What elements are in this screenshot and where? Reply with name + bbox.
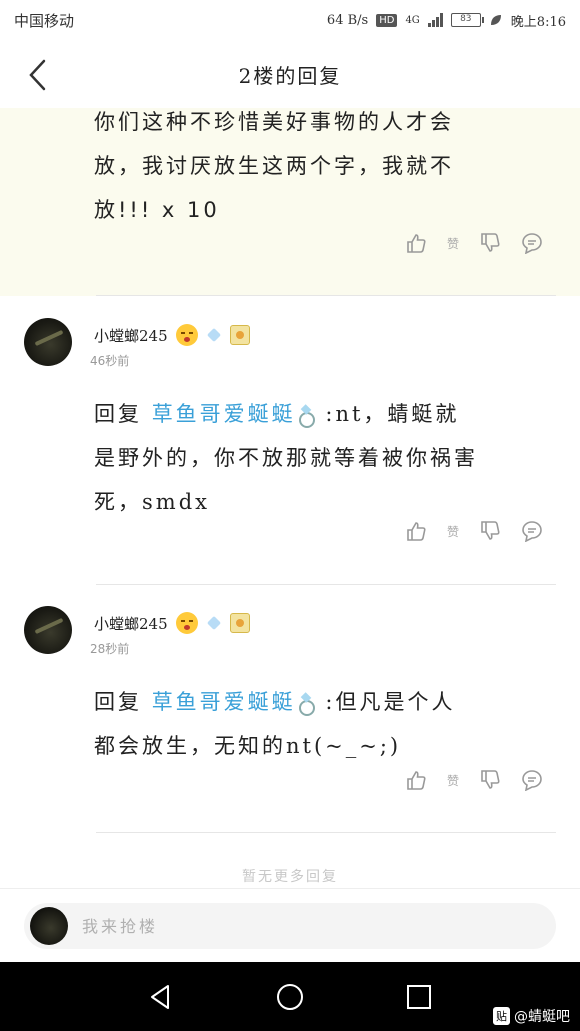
- watermark-text: @蜻蜓吧: [514, 1009, 570, 1025]
- leaf-icon: [490, 15, 501, 25]
- level-badge-icon: [229, 613, 250, 633]
- watermark: 贴 @蜻蜓吧: [493, 1006, 570, 1026]
- thumbs-down-icon[interactable]: [479, 520, 501, 542]
- title-bar: 2楼的回复: [0, 40, 580, 108]
- dislike-label: 赞: [447, 236, 460, 251]
- battery-icon: 83: [450, 13, 484, 27]
- reply-prefix: 回复: [94, 690, 142, 714]
- page-title: 2楼的回复: [238, 63, 342, 88]
- dislike-label: 赞: [447, 524, 460, 539]
- clock: 晚上8:16: [510, 14, 566, 30]
- comment-icon[interactable]: [521, 769, 543, 791]
- reply-line: 都会放生，无知的nt(~_~;): [94, 734, 402, 758]
- kiss-emoji-icon: [175, 324, 198, 346]
- carrier-label: 中国移动: [14, 11, 75, 30]
- avatar[interactable]: [24, 318, 72, 366]
- status-bar: 中国移动 64 B/s HD 4G 83 晚上8:16: [0, 0, 580, 40]
- hd-badge: HD: [376, 13, 398, 27]
- diamond-badge-icon: [206, 615, 222, 631]
- divider: [96, 295, 556, 296]
- post-actions: 赞: [405, 232, 543, 254]
- reply-text: :但凡是个人: [325, 690, 456, 714]
- highlighted-post: 你们这种不珍惜美好事物的人才会 放，我讨厌放生这两个字，我就不 放!!! x 1…: [0, 108, 580, 296]
- my-avatar: [30, 907, 68, 945]
- divider: [96, 832, 556, 833]
- thumbs-up-icon[interactable]: [405, 232, 427, 254]
- reply-prefix: 回复: [94, 402, 142, 426]
- avatar[interactable]: [24, 606, 72, 654]
- comment-icon[interactable]: [521, 520, 543, 542]
- battery-level: 83: [460, 14, 472, 24]
- back-triangle-icon[interactable]: [146, 982, 176, 1012]
- recents-square-icon[interactable]: [404, 982, 434, 1012]
- status-indicators: 64 B/s HD 4G 83 晚上8:16: [327, 11, 566, 30]
- reply-line: 死，smdx: [94, 490, 210, 514]
- diamond-badge-icon: [206, 327, 222, 343]
- post-line: 放!!! x 10: [94, 198, 220, 222]
- mention-link[interactable]: 草鱼哥爱蜒蜓: [152, 402, 296, 426]
- reply-line: 回复 草鱼哥爱蜒蜓 :nt，蜻蜓就: [94, 394, 459, 434]
- mention-link[interactable]: 草鱼哥爱蜒蜓: [152, 690, 296, 714]
- tieba-logo: 贴: [493, 1007, 510, 1025]
- network-speed: 64 B/s: [326, 12, 369, 28]
- reply-text: :nt，蜻蜓就: [325, 402, 460, 426]
- home-circle-icon[interactable]: [275, 982, 305, 1012]
- signal-icon: [427, 13, 443, 27]
- reply-bar: [0, 888, 580, 962]
- comment-icon[interactable]: [521, 232, 543, 254]
- user-row: 小螳螂245: [94, 324, 250, 346]
- timestamp: 46秒前: [90, 354, 130, 368]
- reply-actions: 赞: [405, 520, 543, 542]
- level-badge-icon: [229, 325, 250, 345]
- user-row: 小螳螂245: [94, 612, 250, 634]
- timestamp: 28秒前: [90, 642, 130, 656]
- ring-emoji-icon: [296, 693, 316, 716]
- reply-input[interactable]: [24, 903, 556, 949]
- kiss-emoji-icon: [175, 612, 198, 634]
- reply-line: 回复 草鱼哥爱蜒蜓 :但凡是个人: [94, 682, 455, 722]
- post-line: 你们这种不珍惜美好事物的人才会: [94, 110, 454, 134]
- thumbs-down-icon[interactable]: [479, 769, 501, 791]
- ring-emoji-icon: [296, 405, 316, 428]
- thumbs-down-icon[interactable]: [479, 232, 501, 254]
- network-type: 4G: [405, 14, 420, 26]
- dislike-label: 赞: [447, 773, 460, 788]
- username[interactable]: 小螳螂245: [94, 613, 168, 634]
- thumbs-up-icon[interactable]: [405, 520, 427, 542]
- reply-list[interactable]: 你们这种不珍惜美好事物的人才会 放，我讨厌放生这两个字，我就不 放!!! x 1…: [0, 108, 580, 888]
- thumbs-up-icon[interactable]: [405, 769, 427, 791]
- back-arrow-icon[interactable]: [24, 58, 52, 92]
- reply-actions: 赞: [405, 769, 543, 791]
- reply-line: 是野外的，你不放那就等着被你祸害: [94, 446, 478, 470]
- username[interactable]: 小螳螂245: [94, 325, 168, 346]
- no-more-replies: 暂无更多回复: [242, 869, 338, 885]
- system-nav-bar: 贴 @蜻蜓吧: [0, 962, 580, 1031]
- divider: [96, 584, 556, 585]
- post-line: 放，我讨厌放生这两个字，我就不: [94, 154, 454, 178]
